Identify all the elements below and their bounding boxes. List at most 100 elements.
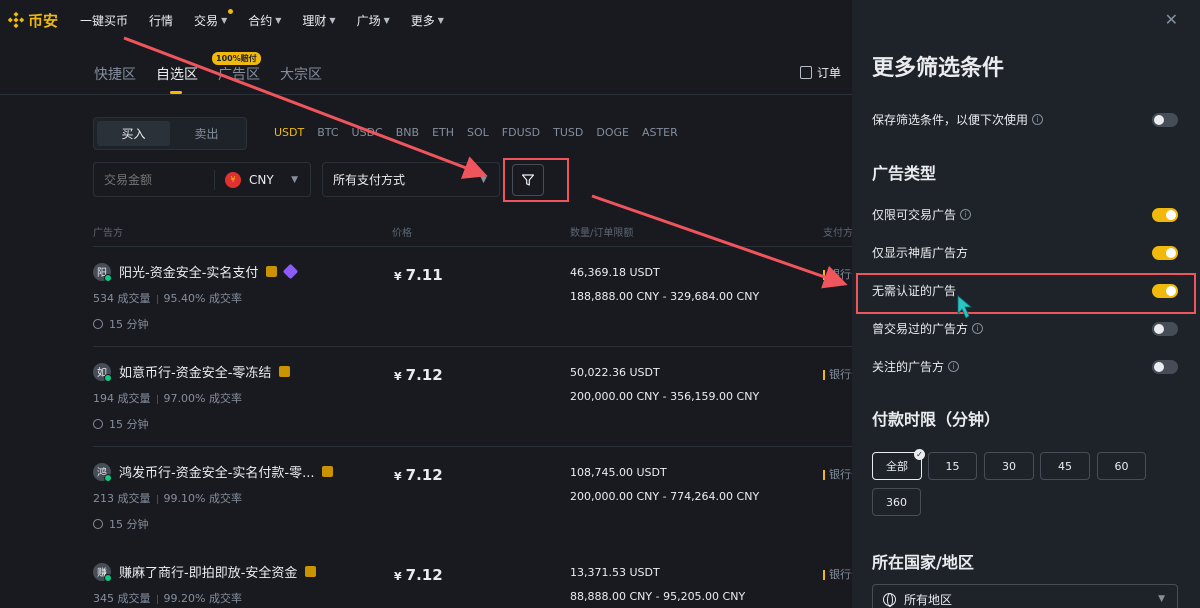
order-limit: 88,888.00 CNY - 95,205.00 CNY <box>570 590 746 603</box>
advertiser-cell: 阳阳光-资金安全-实名支付 534 成交量 95.40% 成交率 15 分钟 <box>93 262 299 332</box>
avatar[interactable]: 赚 <box>93 562 112 582</box>
ad-type-toggle[interactable] <box>1152 359 1178 374</box>
advertiser-name[interactable]: 赚麻了商行-即拍即放-安全资金 <box>119 562 297 581</box>
coin-tab[interactable]: ETH <box>432 126 454 139</box>
payment-time-chip[interactable]: 45 <box>1040 452 1090 480</box>
ad-type-row: 仅限可交易广告 i <box>872 206 1178 223</box>
trade-count: 534 成交量 <box>93 292 151 305</box>
tab-item[interactable]: 大宗区 <box>280 64 322 94</box>
ad-type-toggle[interactable] <box>1152 321 1178 336</box>
payment-method-cell: 银行卡 <box>823 566 853 582</box>
tab-item[interactable]: 广告区 100%赔付 <box>212 52 261 94</box>
nav-item[interactable]: 一键买币 <box>80 12 128 29</box>
info-icon[interactable]: i <box>972 323 984 334</box>
nav-item-label: 合约 <box>248 13 273 28</box>
nav-item-label: 广场 <box>356 13 381 28</box>
info-icon[interactable]: i <box>960 209 972 220</box>
coin-tab[interactable]: BNB <box>396 126 419 139</box>
currency-symbol: ¥ <box>394 370 402 383</box>
divider <box>156 294 158 304</box>
shield-badge-icon <box>266 266 278 277</box>
ad-type-label: 仅显示神盾广告方 <box>872 246 969 260</box>
advertiser-cell: 如如意币行-资金安全-零冻结 194 成交量 97.00% 成交率 15 分钟 <box>93 362 291 432</box>
tab-item[interactable]: 自选区 <box>156 64 198 94</box>
advertiser-stats: 194 成交量 97.00% 成交率 <box>93 390 290 406</box>
price-cell: ¥7.11 <box>394 266 443 284</box>
advertiser-name[interactable]: 如意币行-资金安全-零冻结 <box>119 362 271 381</box>
coin-tab[interactable]: SOL <box>467 126 489 139</box>
logo[interactable]: 币安 <box>8 10 58 31</box>
tab-label: 快捷区 <box>94 67 136 83</box>
price-value: 7.12 <box>405 566 443 584</box>
nav-item-label: 行情 <box>149 13 174 28</box>
payment-time-chip[interactable]: 全部 ✓ <box>872 449 925 480</box>
tab-item[interactable]: 快捷区 <box>94 64 136 94</box>
nav-item[interactable]: 广场 ▼ <box>357 12 390 29</box>
orders-link[interactable]: 订单 <box>800 64 841 81</box>
nav-item[interactable]: 更多 ▼ <box>411 12 444 29</box>
coin-tab[interactable]: USDT <box>274 126 304 139</box>
payment-time-label: 15 分钟 <box>109 318 149 331</box>
coin-tab[interactable]: FDUSD <box>502 126 540 139</box>
chip-label: 15 <box>945 459 960 473</box>
price-value: 7.11 <box>405 266 443 284</box>
globe-icon <box>883 592 896 607</box>
cny-icon: ¥ <box>225 171 241 188</box>
avatar[interactable]: 阳 <box>93 262 112 282</box>
price-cell: ¥7.12 <box>394 566 443 584</box>
payment-time-chip[interactable]: 15 <box>928 452 977 480</box>
info-icon[interactable]: i <box>948 361 960 372</box>
nav-item[interactable]: 理财 ▼ <box>302 12 335 29</box>
advertiser-header: 鸿鸿发币行-资金安全-实名付款-零... <box>93 462 334 482</box>
info-icon[interactable]: i <box>1032 114 1044 125</box>
buy-sell-toggle: 买入 卖出 <box>93 117 247 150</box>
logo-text: 币安 <box>28 11 59 30</box>
nav-menu: 一键买币 行情 交易 ▼ 合约 ▼ 理财 ▼ 广场 ▼ 更多 ▼ <box>80 8 465 29</box>
close-icon[interactable]: ✕ <box>1165 10 1178 29</box>
coin-tab[interactable]: ASTER <box>642 126 678 139</box>
coin-tab[interactable]: BTC <box>317 126 338 139</box>
advertiser-name[interactable]: 阳光-资金安全-实名支付 <box>119 262 258 281</box>
divider <box>156 494 158 504</box>
nav-item[interactable]: 行情 <box>149 12 173 29</box>
clock-icon <box>93 519 103 529</box>
region-select[interactable]: 所有地区 ▼ <box>872 584 1178 608</box>
advertiser-name[interactable]: 鸿发币行-资金安全-实名付款-零... <box>119 462 314 481</box>
payment-time-chip[interactable]: 30 <box>984 452 1034 480</box>
chevron-down-icon: ▼ <box>1158 594 1165 604</box>
save-filters-toggle[interactable] <box>1152 112 1178 127</box>
ad-type-toggle[interactable] <box>1152 245 1178 260</box>
nav-item[interactable]: 交易 ▼ <box>194 8 234 29</box>
advertiser-header: 如如意币行-资金安全-零冻结 <box>93 362 291 382</box>
nav-item[interactable]: 合约 ▼ <box>248 12 281 29</box>
amount-filter: ¥ CNY ▼ <box>93 162 311 197</box>
divider <box>156 394 158 404</box>
region-value: 所有地区 <box>904 592 953 607</box>
payment-method-cell: 银行卡 <box>823 266 853 282</box>
coin-tab[interactable]: DOGE <box>596 126 629 139</box>
region-title: 所在国家/地区 <box>872 553 974 572</box>
sell-button[interactable]: 卖出 <box>170 121 243 146</box>
buy-button[interactable]: 买入 <box>97 121 170 146</box>
chevron-down-icon: ▼ <box>329 15 336 25</box>
price-cell: ¥7.12 <box>394 466 443 484</box>
ad-type-row: 曾交易过的广告方 i <box>872 320 1178 337</box>
payment-time-chip[interactable]: 60 <box>1097 452 1146 480</box>
currency-select[interactable]: CNY <box>249 173 274 187</box>
coin-tab[interactable]: TUSD <box>553 126 583 139</box>
ad-type-toggle[interactable] <box>1152 207 1178 222</box>
completion-rate: 95.40% 成交率 <box>163 292 242 305</box>
amount-input[interactable] <box>94 172 214 187</box>
coin-tab[interactable]: USDC <box>352 126 383 139</box>
completion-rate: 99.10% 成交率 <box>163 492 242 505</box>
row-divider <box>93 346 853 347</box>
ad-type-title: 广告类型 <box>872 164 937 183</box>
avatar[interactable]: 如 <box>93 362 112 382</box>
payment-method-select[interactable]: 所有支付方式 ▼ <box>322 162 500 197</box>
payment-time-chip[interactable]: 360 <box>872 488 921 516</box>
price-value: 7.12 <box>405 466 443 484</box>
advertiser-cell: 赚赚麻了商行-即拍即放-安全资金345 成交量99.20% 成交率15 分钟 <box>93 562 317 608</box>
save-filters-label: 保存筛选条件，以便下次使用 <box>872 113 1029 127</box>
avatar[interactable]: 鸿 <box>93 462 112 482</box>
chevron-down-icon[interactable]: ▼ <box>291 175 298 185</box>
